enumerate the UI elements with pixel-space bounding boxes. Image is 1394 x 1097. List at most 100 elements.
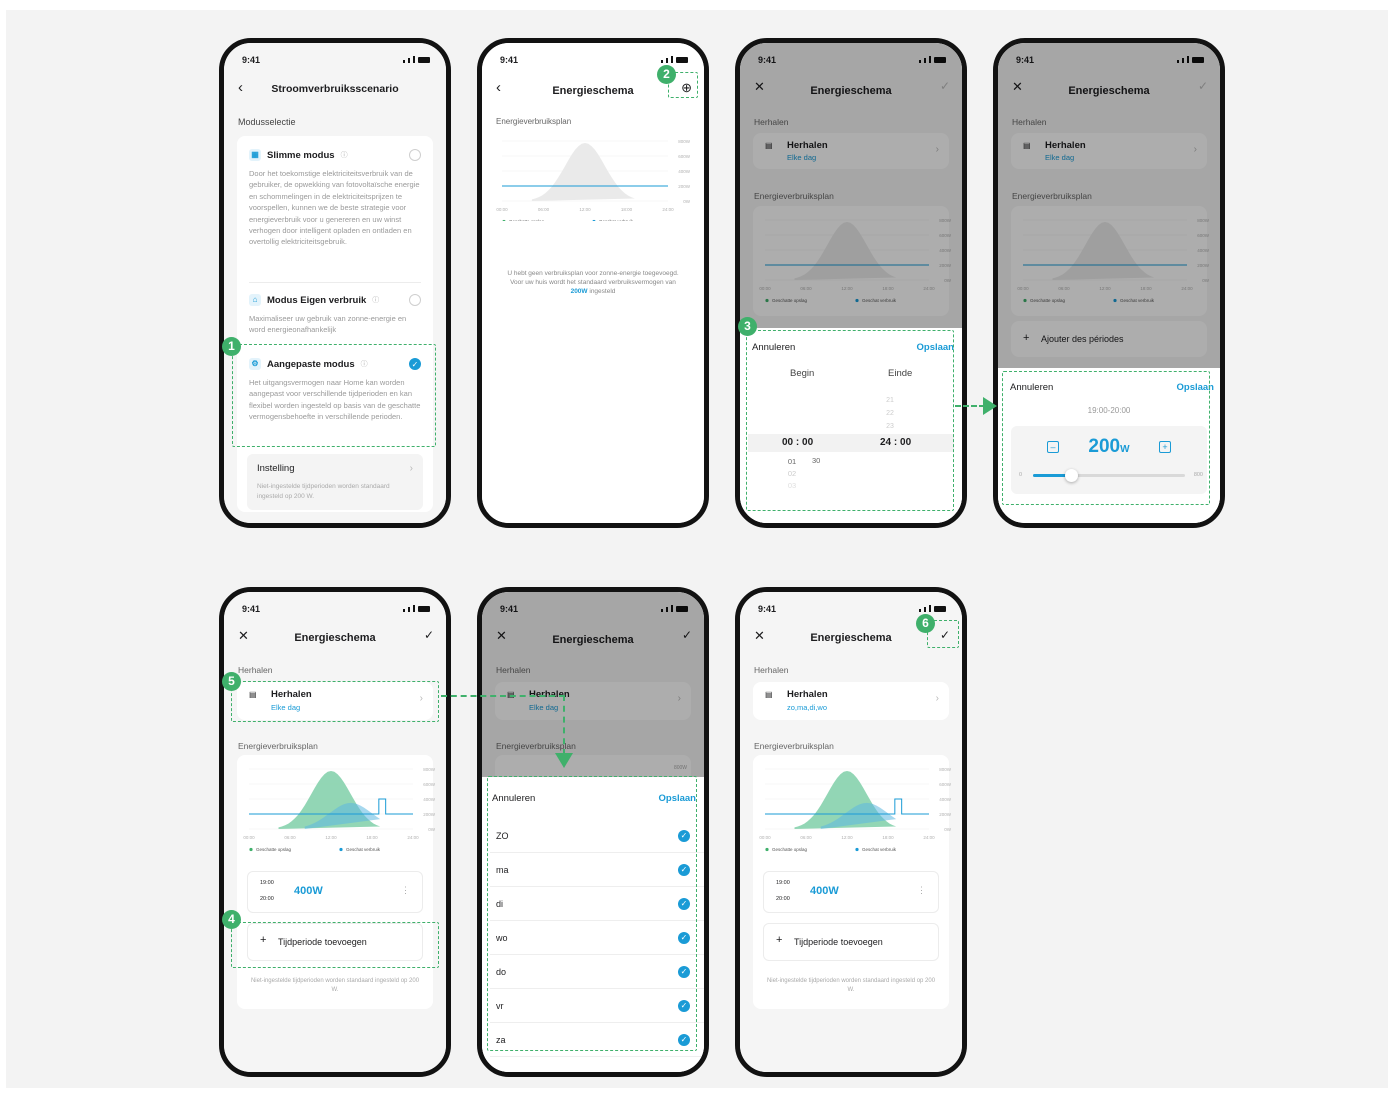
battery-icon: [418, 57, 430, 63]
chart-area: 800W 600W 400W 200W 0W 00:00 06:00 12:00 18:00 24…: [494, 131, 694, 224]
status-time: 9:41: [242, 604, 261, 614]
x-tick-label: 24:00: [923, 835, 935, 840]
add-period-button[interactable]: + Tijdperiode toevoegen: [763, 923, 939, 961]
period-value: 400W: [294, 885, 323, 897]
status-bar: 9:41: [224, 604, 446, 616]
x-tick-label: 06:00: [800, 835, 812, 840]
section-title: Energieverbruiksplan: [496, 117, 572, 126]
mode-option-smart[interactable]: ▦ Slimme modus ⓘ Door het toekomstige elek…: [249, 149, 421, 248]
storage-area: [531, 143, 635, 201]
x-tick-label: 12:00: [325, 835, 337, 840]
status-time: 9:41: [500, 55, 519, 65]
empty-tail: ingesteld: [589, 288, 616, 295]
x-tick-label: 18:00: [621, 207, 633, 212]
signal-icons: [661, 56, 688, 63]
legend-label-consumption: Geschat verbruik: [599, 219, 634, 221]
info-icon[interactable]: ⓘ: [341, 150, 348, 160]
phone-empty-schedule: 9:41 ‹ Energieschema ⊕ Energieverbruiksp…: [477, 38, 709, 528]
divider: [249, 282, 421, 283]
chevron-right-icon: ›: [935, 693, 939, 704]
mode-description: Maximaliseer uw gebruik van zonne-energi…: [249, 314, 407, 335]
repeat-row[interactable]: ▤ Herhalen zo,ma,di,wo ›: [753, 682, 949, 720]
y-tick-label: 200W: [423, 812, 436, 817]
y-tick-label: 800W: [423, 767, 436, 772]
legend-dot-consumption: [855, 847, 859, 852]
nav-bar: ✕ Energieschema ✓: [224, 626, 446, 650]
battery-icon: [934, 606, 946, 612]
legend-label-consumption: Geschat verbruik: [862, 847, 897, 852]
mode-option-self-consumption[interactable]: ⌂ Modus Eigen verbruik ⓘ Maximaliseer uw g…: [249, 294, 421, 336]
section-title: Energieverbruiksplan: [754, 741, 834, 751]
repeat-label: Herhalen: [787, 689, 828, 700]
chart-svg: 800W 600W 400W 200W 0W 00:00 06:00 12:00 18:00 24…: [759, 767, 952, 852]
legend-dot-storage: [765, 847, 769, 852]
legend-label-consumption: Geschat verbruik: [346, 847, 381, 852]
y-tick-label: 600W: [423, 782, 436, 787]
more-icon[interactable]: ⋮: [917, 885, 926, 896]
signal-icons: [919, 605, 946, 612]
section-title: Herhalen: [754, 665, 789, 675]
overlay-shade: [482, 592, 704, 778]
setting-row[interactable]: Instelling › Niet-ingestelde tijdperiode…: [247, 454, 423, 510]
schedule-card: 800W 600W 400W 200W 0W 00:00 06:00 12:00 18:00 24…: [753, 755, 952, 1009]
highlight-day-selector: [487, 776, 697, 1051]
y-tick-label: 800W: [678, 139, 691, 144]
flow-arrow-line: [441, 695, 565, 697]
x-tick-label: 00:00: [496, 207, 508, 212]
phone-schedule-final: 9:41 ✕ Energieschema ✓ Herhalen ▤ Herhal…: [735, 587, 967, 1077]
battery-icon: [676, 57, 688, 63]
page-title: Stroomverbruiksscenario: [271, 83, 399, 95]
legend-label-storage: Geschatte opslag: [509, 219, 545, 221]
x-tick-label: 06:00: [538, 207, 550, 212]
step-badge-1: 1: [222, 337, 241, 356]
step-badge-6: 6: [916, 614, 935, 633]
status-bar: 9:41: [224, 55, 446, 67]
y-tick-label: 400W: [423, 797, 436, 802]
signal-icons: [403, 605, 430, 612]
signal-icons: [403, 56, 430, 63]
period-value: 400W: [810, 885, 839, 897]
x-tick-label: 18:00: [882, 835, 894, 840]
overlay-shade: [740, 43, 962, 329]
y-tick-label: 600W: [678, 154, 691, 159]
status-time: 9:41: [758, 604, 777, 614]
step-badge-4: 4: [222, 910, 241, 929]
calendar-icon: ▤: [765, 690, 773, 699]
mode-label: Modus Eigen verbruik: [267, 294, 367, 306]
chevron-right-icon: ›: [409, 463, 413, 474]
repeat-value: zo,ma,di,wo: [787, 703, 828, 712]
empty-text: U hebt geen verbruiksplan voor zonne-ene…: [507, 270, 679, 286]
footer-note: Niet-ingestelde tijdperioden worden stan…: [766, 978, 936, 993]
step-badge-2: 2: [657, 65, 676, 84]
chart-svg: 800W 600W 400W 200W 0W 00:00 06:00 12:00 18:00 24…: [496, 139, 691, 224]
status-time: 9:41: [242, 55, 261, 65]
period-start: 19:00: [260, 880, 274, 886]
add-period-label: Tijdperiode toevoegen: [794, 937, 883, 947]
flow-arrow-head: [983, 397, 997, 415]
period-row[interactable]: 19:00 20:00 400W ⋮: [763, 871, 939, 913]
page-title: Energieschema: [294, 632, 376, 644]
x-tick-label: 18:00: [366, 835, 378, 840]
mode-label: Slimme modus: [267, 149, 335, 161]
battery-icon: [418, 606, 430, 612]
more-icon[interactable]: ⋮: [401, 885, 410, 896]
step-badge-5: 5: [222, 672, 241, 691]
y-tick-label: 0W: [428, 827, 436, 832]
nav-bar: ‹ Stroomverbruiksscenario: [224, 77, 446, 101]
legend-dot-consumption: [592, 219, 596, 224]
home-icon: ⌂: [249, 294, 261, 306]
x-tick-label: 00:00: [243, 835, 255, 840]
flow-arrow-head: [555, 753, 573, 768]
legend-dot-storage: [249, 847, 253, 852]
period-end: 20:00: [776, 896, 790, 902]
y-tick-label: 800W: [939, 767, 952, 772]
info-icon[interactable]: ⓘ: [372, 295, 379, 305]
mode-radio[interactable]: [409, 294, 421, 306]
empty-value: 200W: [570, 288, 588, 295]
mode-radio[interactable]: [409, 149, 421, 161]
chart-svg: 800W 600W 400W 200W 0W 00:00 06:00 12:00 18:00 24…: [243, 767, 436, 852]
confirm-check-icon[interactable]: ✓: [424, 628, 434, 642]
flow-arrow-line: [563, 695, 565, 755]
period-row[interactable]: 19:00 20:00 400W ⋮: [247, 871, 423, 913]
y-tick-label: 200W: [939, 812, 952, 817]
